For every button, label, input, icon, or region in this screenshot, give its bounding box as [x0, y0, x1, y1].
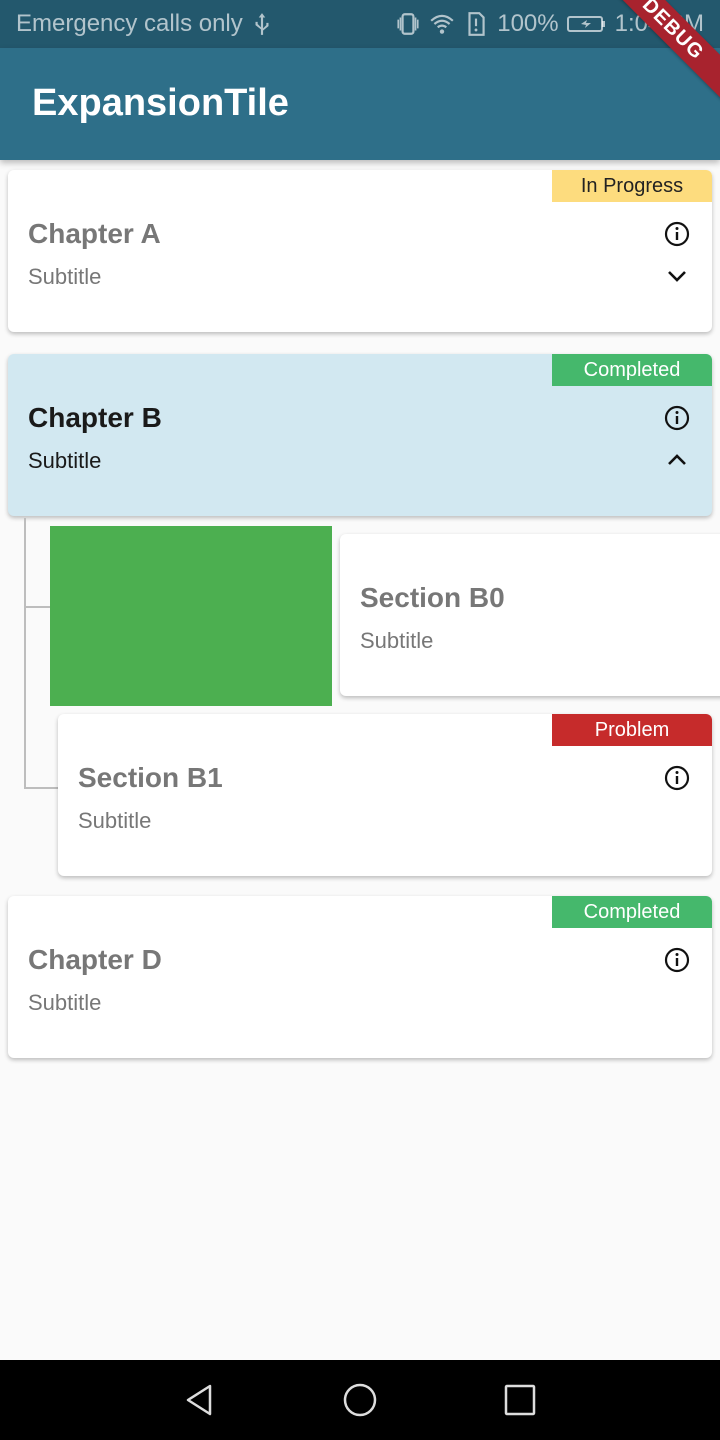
tree-line-branch-b1: [24, 787, 58, 789]
status-badge: In Progress: [552, 170, 712, 202]
status-badge: Completed: [552, 354, 712, 386]
sim-alert-icon: [468, 12, 485, 36]
chapter-d-tile[interactable]: Completed Chapter D Subtitle: [8, 896, 712, 1058]
section-b0-image: [50, 526, 332, 706]
back-icon[interactable]: [180, 1380, 220, 1420]
home-icon[interactable]: [340, 1380, 380, 1420]
usb-icon: [255, 13, 269, 35]
section-b1-subtitle: Subtitle: [78, 808, 152, 833]
info-icon[interactable]: [662, 219, 692, 249]
wifi-icon: [430, 14, 454, 34]
chapter-d-title: Chapter D: [28, 944, 162, 975]
section-b0-tile[interactable]: Section B0 Subtitle: [340, 534, 720, 696]
chapter-b-subtitle: Subtitle: [28, 448, 102, 473]
status-bar: Emergency calls only 100% 1:04 PM: [0, 0, 720, 48]
vibrate-icon: [397, 13, 419, 35]
section-b0-subtitle: Subtitle: [360, 628, 434, 653]
chapter-b-title: Chapter B: [28, 402, 162, 433]
tree-line-vertical: [24, 518, 26, 788]
chapter-a-tile[interactable]: In Progress Chapter A Subtitle: [8, 170, 712, 332]
carrier-text: Emergency calls only: [16, 10, 243, 37]
app-bar: ExpansionTile: [0, 48, 720, 160]
chevron-down-icon[interactable]: [662, 261, 692, 291]
info-icon[interactable]: [662, 945, 692, 975]
status-badge: Problem: [552, 714, 712, 746]
chevron-up-icon[interactable]: [662, 445, 692, 475]
section-b1-tile[interactable]: Problem Section B1 Subtitle: [58, 714, 712, 876]
section-b0-title: Section B0: [360, 582, 505, 613]
section-b1-title: Section B1: [78, 762, 223, 793]
tree-line-branch-b0: [24, 606, 50, 608]
info-icon[interactable]: [662, 763, 692, 793]
page-title: ExpansionTile: [32, 82, 289, 124]
chapter-a-title: Chapter A: [28, 218, 161, 249]
battery-percent: 100%: [497, 10, 559, 37]
chapter-b-tile[interactable]: Completed Chapter B Subtitle: [8, 354, 712, 516]
battery-charging-icon: [566, 16, 605, 32]
system-nav-bar: [0, 1360, 720, 1440]
info-icon[interactable]: [662, 403, 692, 433]
recents-icon[interactable]: [500, 1380, 540, 1420]
status-badge: Completed: [552, 896, 712, 928]
chapter-a-subtitle: Subtitle: [28, 264, 102, 289]
chapter-d-subtitle: Subtitle: [28, 990, 102, 1015]
